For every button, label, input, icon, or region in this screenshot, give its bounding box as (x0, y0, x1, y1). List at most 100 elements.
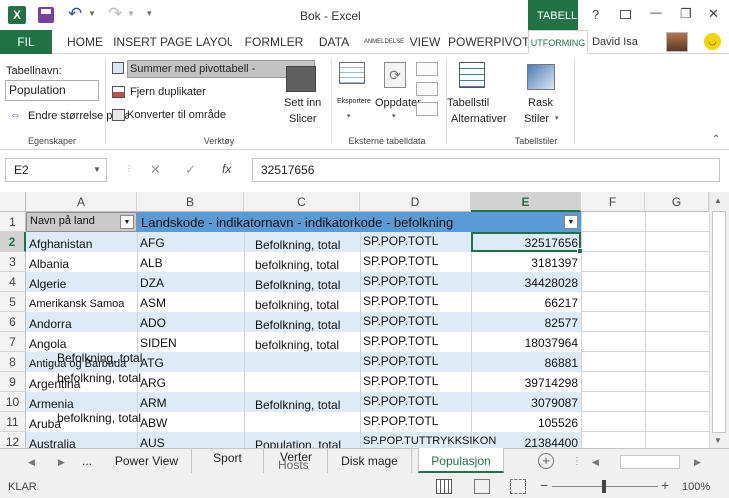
sheet-tab-disk-mage[interactable]: Disk mage (328, 449, 412, 473)
normal-view-icon[interactable] (436, 479, 452, 494)
customize-quick-access-icon[interactable]: ▾ (147, 8, 152, 19)
cell-indicator-code[interactable]: SP.POP.TOTL (363, 251, 438, 271)
row-header-5[interactable]: 5 (0, 292, 26, 312)
cell-indicator-overflow[interactable]: befolkning, total (57, 408, 141, 428)
cell-code[interactable]: ARM (140, 393, 167, 413)
vertical-scroll-thumb[interactable] (712, 211, 726, 433)
cell-population[interactable]: 82577 (471, 313, 578, 333)
table-style-options-button[interactable]: Tabellstil (447, 97, 489, 109)
properties-icon[interactable] (416, 62, 438, 76)
scroll-down-icon[interactable]: ▼ (714, 436, 722, 445)
quick-styles-button[interactable]: Rask (528, 97, 553, 109)
cell-indicator[interactable]: befolkning, total (255, 295, 339, 315)
cell-code[interactable]: DZA (140, 273, 164, 293)
table-name-input[interactable]: Population (5, 80, 99, 101)
cell-population[interactable]: 21384400 (471, 433, 578, 448)
cell-indicator-code[interactable]: SP.POP.TOTL (363, 411, 438, 431)
cell-indicator[interactable]: befolkning, total (255, 335, 339, 355)
cell-indicator[interactable]: befolkning, total (255, 255, 339, 275)
cell-country[interactable]: Albania (29, 254, 69, 274)
cell-indicator[interactable]: Befolkning, total (255, 315, 340, 335)
cell-population[interactable]: 39714298 (471, 373, 578, 393)
column-header-f[interactable]: F (581, 192, 645, 212)
cell-code[interactable]: ARG (140, 373, 166, 393)
cell-code[interactable]: AUS (140, 433, 165, 448)
cell-population[interactable]: 3079087 (471, 393, 578, 413)
avatar[interactable] (666, 32, 688, 52)
cell-country[interactable]: Andorra (29, 314, 72, 334)
cell-indicator-code[interactable]: SP.POP.TOTL (363, 331, 438, 351)
active-cell-e2[interactable] (471, 232, 581, 252)
row-header-1[interactable]: 1 (0, 212, 26, 232)
row-header-8[interactable]: 8 (0, 352, 26, 372)
column-header-g[interactable]: G (645, 192, 709, 212)
tab-data[interactable]: DATA (316, 30, 352, 54)
cell-code[interactable]: ABW (140, 413, 167, 433)
cell-code[interactable]: ASM (140, 293, 166, 313)
scroll-up-icon[interactable]: ▲ (714, 196, 722, 205)
undo-dropdown-icon[interactable]: ▼ (88, 9, 96, 18)
column-header-b[interactable]: B (137, 192, 244, 212)
scroll-tabs-left-icon[interactable]: ◀ (28, 457, 35, 468)
row-header-10[interactable]: 10 (0, 392, 26, 412)
cell-population[interactable]: 34428028 (471, 273, 578, 293)
cell-population[interactable]: 105526 (471, 413, 578, 433)
cell-indicator-overflow[interactable]: Befolkning, total (57, 348, 142, 368)
tab-page-layout[interactable]: PAGE LAYOU (160, 30, 232, 54)
smiley-feedback-icon[interactable]: ◡ (704, 33, 721, 50)
horizontal-scroll-thumb[interactable] (620, 455, 680, 469)
cell-code[interactable]: ATG (140, 353, 164, 373)
cell-country[interactable]: Algerie (29, 274, 66, 294)
cell-country[interactable]: Australia (29, 434, 76, 448)
tab-review[interactable]: ANMELDELSE (360, 30, 408, 54)
cell-indicator[interactable]: Befolkning, total (255, 235, 340, 255)
formula-input[interactable]: 32517656 (252, 158, 720, 182)
cell-indicator[interactable]: Befolkning, total (255, 395, 340, 415)
cell-indicator[interactable]: Befolkning, total (255, 275, 340, 295)
worksheet-grid[interactable]: A B C D E F G 1 2 3 4 5 6 7 8 9 10 11 12 Navn på la… (0, 192, 729, 448)
header-cell-merged[interactable]: Landskode - indikatornavn - indikatorkod… (141, 212, 453, 232)
tab-insert[interactable]: INSERT (112, 30, 158, 54)
cell-country[interactable]: Afghanistan (29, 234, 92, 254)
row-header-3[interactable]: 3 (0, 252, 26, 272)
refresh-dropdown-icon[interactable]: ▾ (392, 112, 396, 120)
quick-styles-button-2[interactable]: Stiler (524, 113, 549, 125)
cell-indicator-code[interactable]: SP.POP.TOTL (363, 271, 438, 291)
convert-to-range-button[interactable]: Konverter til område (127, 109, 226, 121)
cell-indicator-code[interactable]: SP.POP.TOTL (363, 311, 438, 331)
row-header-7[interactable]: 7 (0, 332, 26, 352)
save-icon[interactable] (38, 7, 54, 23)
filter-dropdown-icon[interactable]: ▼ (564, 215, 578, 229)
open-in-browser-icon[interactable] (416, 82, 438, 96)
export-icon[interactable] (339, 62, 365, 84)
sheet-tab-sport[interactable]: Sport (192, 449, 264, 473)
export-button[interactable]: Eksportere (337, 98, 371, 105)
column-header-e[interactable]: E (471, 192, 581, 212)
quick-styles-icon[interactable] (527, 64, 555, 90)
row-header-9[interactable]: 9 (0, 372, 26, 392)
name-box-dropdown-icon[interactable]: ▼ (93, 165, 101, 174)
page-break-view-icon[interactable] (510, 479, 526, 494)
cell-code[interactable]: ADO (140, 313, 166, 333)
tab-view[interactable]: VIEW (408, 30, 442, 54)
add-sheet-icon[interactable]: + (538, 453, 554, 469)
enter-icon[interactable]: ✓ (185, 162, 196, 178)
user-name[interactable]: David Isa (590, 30, 640, 54)
tab-split-grip-icon[interactable]: ⋮ (572, 456, 582, 467)
column-header-a[interactable]: A (26, 192, 137, 212)
tab-powerpivot[interactable]: POWERPIVOT (448, 30, 529, 54)
pivot-table-icon[interactable] (112, 62, 124, 74)
cell-indicator[interactable]: Population, total (255, 435, 341, 448)
tab-design[interactable]: UTFORMING (528, 30, 588, 54)
cell-population[interactable]: 86881 (471, 353, 578, 373)
unlink-icon[interactable] (416, 102, 438, 116)
scroll-tabs-right-icon[interactable]: ▶ (58, 457, 65, 468)
resize-table-icon[interactable]: ⇔ (10, 109, 21, 121)
collapse-ribbon-icon[interactable]: ⌃ (712, 134, 720, 145)
scroll-left-icon[interactable]: ◀ (592, 457, 599, 468)
refresh-icon[interactable]: ⟳ (384, 62, 406, 88)
refresh-button[interactable]: Oppdater (375, 97, 421, 109)
convert-to-range-icon[interactable] (112, 109, 125, 121)
name-box[interactable]: E2 (5, 158, 107, 182)
table-style-options-button-2[interactable]: Alternativer (451, 113, 507, 125)
